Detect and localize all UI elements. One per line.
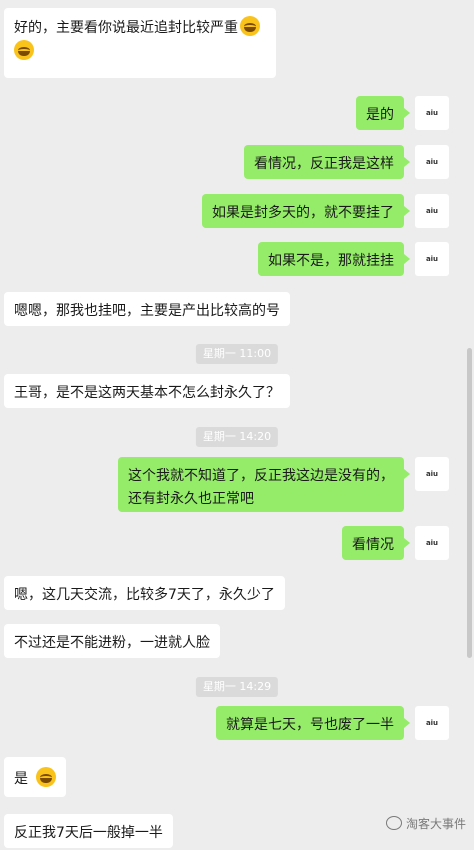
message-bubble[interactable]: 反正我7天后一般掉一半 [4, 814, 173, 848]
message-bubble[interactable]: 看情况，反正我是这样 [244, 145, 410, 179]
message-text: 这个我就不知道了，反正我这边是没有的， [128, 468, 394, 484]
message-text: 如果是封多天的，就不要挂了 [212, 205, 394, 221]
watermark: 淘客大事件 [385, 815, 466, 832]
watermark-text: 淘客大事件 [405, 817, 466, 831]
message-text: 看情况，反正我是这样 [254, 156, 394, 172]
laugh-cry-emoji-icon [36, 767, 56, 787]
timestamp: 星期一 11:00 [195, 344, 279, 364]
message-text: 就算是七天，号也废了一半 [226, 717, 394, 733]
message-text: 嗯，这几天交流，比较多7天了，永久少了 [14, 587, 275, 603]
message-bubble[interactable]: 如果不是，那就挂挂 [258, 242, 410, 276]
message-bubble[interactable]: 不过还是不能进粉，一进就人脸 [4, 624, 220, 658]
message-bubble[interactable]: 嗯，这几天交流，比较多7天了，永久少了 [4, 576, 285, 610]
message-bubble[interactable]: 是的 [356, 96, 410, 130]
message-text: 如果不是，那就挂挂 [268, 253, 394, 269]
message-text: 王哥，是不是这两天基本不怎么封永久了？ [14, 385, 280, 401]
scrollbar[interactable] [467, 348, 472, 658]
message-text: 反正我7天后一般掉一半 [14, 825, 163, 841]
message-bubble[interactable]: 就算是七天，号也废了一半 [216, 706, 410, 740]
message-bubble[interactable]: 嗯嗯，那我也挂吧，主要是产出比较高的号 [4, 292, 290, 326]
avatar[interactable]: aiu [415, 706, 449, 740]
timestamp: 星期一 14:20 [195, 427, 279, 447]
laugh-cry-emoji-icon [240, 16, 260, 36]
message-text-line-2: 还有封永久也正常吧 [128, 491, 254, 507]
message-bubble[interactable]: 这个我就不知道了，反正我这边是没有的， 还有封永久也正常吧 [118, 457, 410, 512]
message-text: 是 [14, 771, 28, 787]
avatar[interactable]: aiu [415, 526, 449, 560]
avatar[interactable]: aiu [415, 194, 449, 228]
message-text: 嗯嗯，那我也挂吧，主要是产出比较高的号 [14, 303, 280, 319]
message-text: 看情况 [352, 537, 394, 553]
avatar[interactable]: aiu [415, 242, 449, 276]
wechat-logo-icon [385, 816, 402, 830]
timestamp: 星期一 14:29 [195, 677, 279, 697]
avatar[interactable]: aiu [415, 96, 449, 130]
message-bubble[interactable]: 是 [4, 757, 66, 797]
avatar[interactable]: aiu [415, 457, 449, 491]
message-text: 是的 [366, 107, 394, 123]
avatar[interactable]: aiu [415, 145, 449, 179]
message-bubble[interactable]: 好的，主要看你说最近追封比较严重 [4, 8, 276, 78]
laugh-cry-emoji-icon [14, 40, 34, 60]
message-text: 好的，主要看你说最近追封比较严重 [14, 20, 238, 36]
message-text: 不过还是不能进粉，一进就人脸 [14, 635, 210, 651]
message-bubble[interactable]: 看情况 [342, 526, 410, 560]
message-bubble[interactable]: 如果是封多天的，就不要挂了 [202, 194, 410, 228]
message-bubble[interactable]: 王哥，是不是这两天基本不怎么封永久了？ [4, 374, 290, 408]
